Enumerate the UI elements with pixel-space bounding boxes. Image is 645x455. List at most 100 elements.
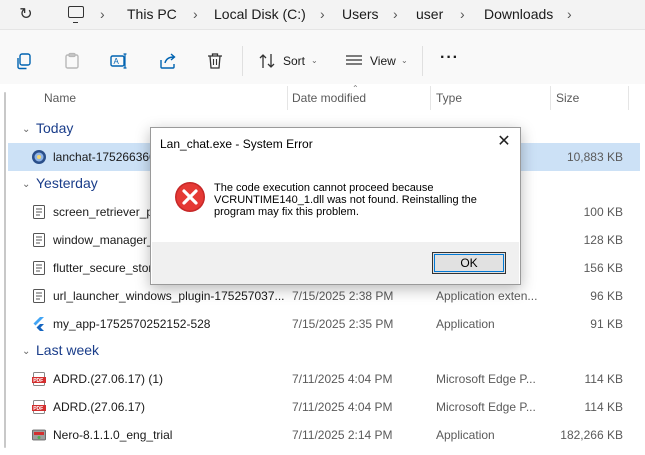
- dialog-footer: OK: [152, 242, 519, 284]
- file-size: 100 KB: [583, 205, 623, 219]
- error-icon: [175, 182, 205, 212]
- chevron-right-icon[interactable]: ›: [567, 5, 572, 23]
- file-size: 114 KB: [584, 372, 623, 386]
- chevron-right-icon[interactable]: ›: [100, 5, 105, 23]
- file-size: 114 KB: [584, 400, 623, 414]
- refresh-icon[interactable]: ↻: [16, 5, 36, 25]
- list-item[interactable]: my_app-1752570252152-528 7/15/2025 2:35 …: [8, 310, 640, 338]
- chevron-right-icon[interactable]: ›: [393, 5, 398, 23]
- breadcrumb-local-disk[interactable]: Local Disk (C:): [214, 5, 306, 23]
- address-bar: ↻ › This PC › Local Disk (C:) › Users › …: [0, 0, 645, 30]
- sort-indicator-icon: ⌃: [352, 84, 359, 93]
- chevron-down-icon[interactable]: ⌄: [311, 56, 318, 65]
- column-name[interactable]: Name: [44, 91, 76, 105]
- toolbar-divider: [422, 46, 423, 76]
- column-divider[interactable]: [550, 86, 551, 110]
- system-error-dialog: Lan_chat.exe - System Error ✕ The code e…: [150, 127, 521, 285]
- file-size: 96 KB: [590, 289, 623, 303]
- file-name: flutter_secure_stora: [53, 261, 160, 275]
- dialog-title: Lan_chat.exe - System Error: [160, 137, 313, 151]
- sort-icon[interactable]: [258, 52, 276, 70]
- svg-text:PDF: PDF: [33, 378, 43, 384]
- archive-icon: [33, 261, 45, 275]
- chevron-down-icon[interactable]: ⌄: [22, 179, 34, 190]
- file-name: ADRD.(27.06.17) (1): [53, 372, 164, 386]
- sort-button[interactable]: Sort: [283, 54, 305, 68]
- copy-icon[interactable]: [15, 52, 33, 70]
- view-icon[interactable]: [345, 52, 363, 70]
- column-divider[interactable]: [430, 86, 431, 110]
- list-item[interactable]: PDF ADRD.(27.06.17) 7/11/2025 4:04 PM Mi…: [8, 393, 640, 421]
- svg-text:A: A: [114, 57, 120, 66]
- group-label: Last week: [36, 342, 100, 358]
- chevron-right-icon[interactable]: ›: [320, 5, 325, 23]
- file-size: 156 KB: [583, 261, 623, 275]
- svg-text:PDF: PDF: [33, 406, 43, 412]
- chevron-down-icon[interactable]: ⌄: [22, 124, 34, 135]
- file-name: Nero-8.1.1.0_eng_trial: [53, 428, 173, 442]
- group-header-yesterday[interactable]: ⌄ Yesterday: [22, 175, 98, 191]
- delete-icon[interactable]: [206, 52, 224, 70]
- file-name: my_app-1752570252152-528: [53, 317, 211, 331]
- breadcrumb-user[interactable]: user: [416, 5, 443, 23]
- column-header-row: Name Date modified Type Size: [0, 84, 645, 110]
- pdf-icon: PDF: [32, 372, 46, 386]
- file-date: 7/15/2025 2:38 PM: [292, 289, 394, 303]
- file-size: 182,266 KB: [560, 428, 623, 442]
- column-divider[interactable]: [287, 86, 288, 110]
- file-size: 10,883 KB: [566, 150, 623, 164]
- column-divider[interactable]: [628, 86, 629, 110]
- file-name: screen_retriever_plu: [53, 205, 163, 219]
- file-date: 7/11/2025 2:14 PM: [292, 428, 393, 442]
- column-type[interactable]: Type: [436, 91, 462, 105]
- paste-icon[interactable]: [63, 52, 81, 70]
- chevron-down-icon[interactable]: ⌄: [22, 346, 34, 357]
- group-header-today[interactable]: ⌄ Today: [22, 120, 73, 136]
- list-item[interactable]: PDF ADRD.(27.06.17) (1) 7/11/2025 4:04 P…: [8, 365, 640, 393]
- close-icon[interactable]: ✕: [496, 134, 512, 150]
- file-date: 7/11/2025 4:04 PM: [292, 400, 393, 414]
- list-item[interactable]: url_launcher_windows_plugin-175257037...…: [8, 282, 640, 310]
- file-name: lanchat-1752663603: [53, 150, 163, 164]
- group-label: Yesterday: [36, 175, 98, 191]
- archive-icon: [33, 289, 45, 303]
- pdf-icon: PDF: [32, 400, 46, 414]
- share-icon[interactable]: [159, 52, 177, 70]
- file-name: window_manager_: [53, 233, 154, 247]
- file-type: Application: [436, 428, 495, 442]
- chevron-right-icon[interactable]: ›: [460, 5, 465, 23]
- chevron-right-icon[interactable]: ›: [193, 5, 198, 23]
- lanchat-app-icon: [32, 150, 46, 164]
- breadcrumb-this-pc[interactable]: This PC: [127, 5, 177, 23]
- group-header-last-week[interactable]: ⌄ Last week: [22, 342, 99, 358]
- column-date-modified[interactable]: Date modified: [292, 91, 366, 105]
- list-item[interactable]: Nero-8.1.1.0_eng_trial 7/11/2025 2:14 PM…: [8, 421, 640, 449]
- column-size[interactable]: Size: [556, 91, 579, 105]
- archive-icon: [33, 205, 45, 219]
- toolbar-divider: [242, 46, 243, 76]
- view-button[interactable]: View: [370, 54, 396, 68]
- breadcrumb-downloads[interactable]: Downloads: [484, 5, 553, 23]
- file-date: 7/11/2025 4:04 PM: [292, 372, 393, 386]
- this-pc-icon[interactable]: [68, 6, 84, 23]
- breadcrumb-users[interactable]: Users: [342, 5, 379, 23]
- more-options-button[interactable]: ···: [440, 49, 459, 67]
- file-type: Microsoft Edge P...: [436, 372, 536, 386]
- group-label: Today: [36, 120, 74, 136]
- command-bar: A Sort ⌄ View ⌄ ···: [0, 30, 645, 90]
- file-type: Microsoft Edge P...: [436, 400, 536, 414]
- ok-button[interactable]: OK: [432, 252, 506, 274]
- file-type: Application: [436, 317, 495, 331]
- error-message: The code execution cannot proceed becaus…: [214, 182, 477, 218]
- dialog-body: The code execution cannot proceed becaus…: [152, 161, 519, 243]
- file-type: Application exten...: [436, 289, 538, 303]
- file-name: ADRD.(27.06.17): [53, 400, 146, 414]
- chevron-down-icon[interactable]: ⌄: [401, 56, 408, 65]
- rename-icon[interactable]: A: [110, 52, 128, 70]
- file-size: 91 KB: [590, 317, 623, 331]
- flutter-icon: [33, 317, 44, 331]
- file-name: url_launcher_windows_plugin-175257037...: [53, 289, 285, 303]
- installer-icon: [32, 429, 46, 441]
- file-date: 7/15/2025 2:35 PM: [292, 317, 394, 331]
- archive-icon: [33, 233, 45, 247]
